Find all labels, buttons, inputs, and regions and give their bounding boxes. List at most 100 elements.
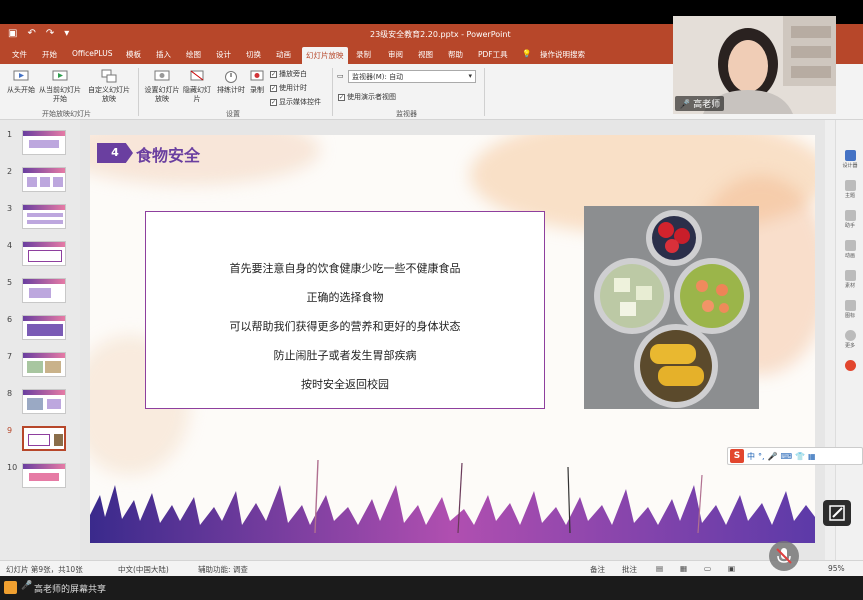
tab-help[interactable]: 帮助 xyxy=(448,49,463,60)
annotation-pen-button[interactable] xyxy=(823,500,851,526)
monitor-select[interactable]: 监视器(M): 自动 ▾ xyxy=(348,70,476,83)
tab-design[interactable]: 设计 xyxy=(216,49,231,60)
hide-slide-button[interactable]: 隐藏幻灯片 xyxy=(182,68,212,104)
presenter-view-checkbox[interactable]: ✓ 使用演示者视图 xyxy=(338,92,396,102)
custom-show-icon xyxy=(101,69,117,83)
more-icon xyxy=(844,330,856,341)
tell-me-search[interactable]: 操作说明搜索 xyxy=(540,49,585,60)
slide-thumbnail[interactable] xyxy=(22,389,66,414)
stopwatch-icon xyxy=(225,71,237,83)
addin-button[interactable] xyxy=(842,360,858,382)
user-icon xyxy=(4,581,17,594)
custom-show-button[interactable]: 自定义幻灯片放映 xyxy=(86,68,132,104)
from-current-button[interactable]: 从当前幻灯片开始 xyxy=(38,68,82,104)
save-icon[interactable]: ▣ xyxy=(8,28,17,39)
slideshow-view-icon[interactable]: ▣ xyxy=(728,564,735,573)
redo-icon[interactable]: ↷ xyxy=(46,28,54,39)
play-narration-checkbox[interactable]: ✓ 播放旁白 xyxy=(270,69,307,79)
slide-thumbnail-selected[interactable] xyxy=(22,426,66,451)
tab-pdf[interactable]: PDF工具 xyxy=(478,49,508,60)
addin-icon xyxy=(844,360,856,371)
tab-review[interactable]: 审阅 xyxy=(388,49,403,60)
customize-icon[interactable]: ▾ xyxy=(64,28,69,39)
assistant-button[interactable]: 助手 xyxy=(842,210,858,232)
microphone-muted-icon xyxy=(776,548,792,564)
assistant-icon xyxy=(844,210,856,221)
normal-view-icon[interactable]: ▤ xyxy=(656,564,663,573)
show-media-checkbox[interactable]: ✓ 显示媒体控件 xyxy=(270,97,321,107)
from-start-button[interactable]: 从头开始 xyxy=(4,68,38,95)
sorter-view-icon[interactable]: ▦ xyxy=(680,564,687,573)
tab-templates[interactable]: 模板 xyxy=(126,49,141,60)
slide-thumbnail[interactable] xyxy=(22,278,66,303)
language-status[interactable]: 中文(中国大陆) xyxy=(118,564,169,575)
tab-view[interactable]: 视图 xyxy=(418,49,433,60)
theme-button[interactable]: 主题 xyxy=(842,180,858,202)
materials-button[interactable]: 素材 xyxy=(842,270,858,292)
more-button[interactable]: 更多 xyxy=(842,330,858,352)
microphone-icon[interactable]: 🎤 xyxy=(768,452,778,461)
skin-icon[interactable]: 👕 xyxy=(795,452,805,461)
microphone-icon[interactable]: 🎤 xyxy=(21,581,32,591)
slide-title[interactable]: 食物安全 xyxy=(136,142,200,166)
slide-canvas[interactable]: 4 食物安全 首先要注意自身的饮食健康少吃一些不健康食品 正确的选择食物 可以帮… xyxy=(90,135,815,543)
tab-file[interactable]: 文件 xyxy=(12,49,27,60)
slide-thumbnail[interactable] xyxy=(22,352,66,377)
thumbnail-pane: 1 2 3 4 5 6 7 8 9 10 xyxy=(0,120,80,560)
lightbulb-icon[interactable]: 💡 xyxy=(522,49,531,58)
undo-icon[interactable]: ↶ xyxy=(27,28,35,39)
tab-transitions[interactable]: 切换 xyxy=(246,49,261,60)
tab-insert[interactable]: 插入 xyxy=(156,49,171,60)
designer-button[interactable]: 设计器 xyxy=(842,150,858,172)
screen: ▣ ↶ ↷ ▾ 23级安全教育2.20.pptx - PowerPoint 文件… xyxy=(0,0,863,600)
group-divider xyxy=(332,68,333,116)
tab-animations[interactable]: 动画 xyxy=(276,49,291,60)
punctuation-icon[interactable]: °, xyxy=(758,452,765,461)
grass-decoration xyxy=(90,459,815,543)
tab-draw[interactable]: 绘图 xyxy=(186,49,201,60)
checkmark-icon: ✓ xyxy=(270,98,277,106)
sogou-icon: S xyxy=(730,449,744,463)
animation-button[interactable]: 动画 xyxy=(842,240,858,262)
slide-count: 幻灯片 第9张，共10张 xyxy=(6,565,83,574)
checkmark-icon: ✓ xyxy=(270,70,277,78)
toolbox-icon[interactable]: ▦ xyxy=(808,452,816,461)
slide-thumbnail[interactable] xyxy=(22,204,66,229)
tab-home[interactable]: 开始 xyxy=(42,49,57,60)
slide-thumbnail[interactable] xyxy=(22,130,66,155)
checkmark-icon: ✓ xyxy=(338,93,345,101)
group-label-setup: 设置 xyxy=(226,110,240,118)
slide-thumbnail[interactable] xyxy=(22,241,66,266)
icons-icon xyxy=(844,300,856,311)
slide-thumbnail[interactable] xyxy=(22,167,66,192)
tab-slideshow[interactable]: 幻灯片放映 xyxy=(302,47,348,64)
tab-officeplus[interactable]: OfficePLUS xyxy=(72,49,112,58)
notes-button[interactable]: 备注 xyxy=(590,564,605,575)
comments-button[interactable]: 批注 xyxy=(622,564,637,575)
group-divider xyxy=(484,68,485,116)
microphone-icon: 🎤 xyxy=(679,100,691,110)
setup-show-button[interactable]: 设置幻灯片放映 xyxy=(142,68,182,104)
slide-thumbnail[interactable] xyxy=(22,315,66,340)
reading-view-icon[interactable]: ▭ xyxy=(704,564,711,573)
rehearse-timings-button[interactable]: 排练计时 xyxy=(216,68,246,95)
content-line: 可以帮助我们获得更多的营养和更好的身体状态 xyxy=(229,320,461,333)
status-bar: 幻灯片 第9张，共10张 中文(中国大陆) 辅助功能: 调查 备注 批注 ▤ ▦… xyxy=(0,560,863,576)
vertical-scrollbar[interactable] xyxy=(825,120,835,560)
accessibility-status[interactable]: 辅助功能: 调查 xyxy=(198,564,248,575)
record-button[interactable]: 录制 xyxy=(246,68,268,95)
slide-thumbnail[interactable] xyxy=(22,463,66,488)
record-icon xyxy=(250,70,264,81)
chevron-down-icon: ▾ xyxy=(468,72,472,80)
use-timings-checkbox[interactable]: ✓ 使用计时 xyxy=(270,83,307,93)
food-photo[interactable] xyxy=(584,206,759,409)
mute-microphone-button[interactable] xyxy=(769,541,799,571)
content-textbox[interactable]: 首先要注意自身的饮食健康少吃一些不健康食品 正确的选择食物 可以帮助我们获得更多… xyxy=(145,211,545,409)
ime-toolbar[interactable]: S 中 °, 🎤 ⌨ 👕 ▦ xyxy=(727,447,863,465)
icons-button[interactable]: 图标 xyxy=(842,300,858,322)
webcam-video: 🎤 高老师 xyxy=(673,16,836,114)
keyboard-icon[interactable]: ⌨ xyxy=(781,452,793,461)
tab-record[interactable]: 录制 xyxy=(356,49,371,60)
window-title: 23级安全教育2.20.pptx - PowerPoint xyxy=(370,30,511,39)
zoom-level[interactable]: 95% xyxy=(828,564,845,573)
